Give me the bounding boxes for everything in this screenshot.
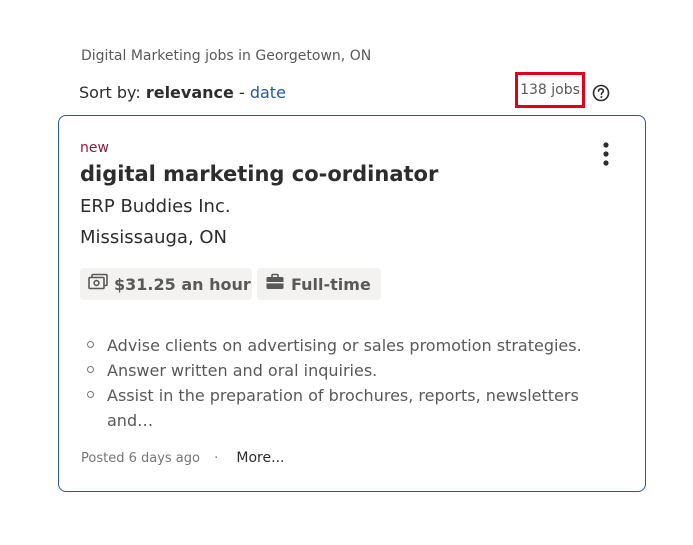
list-item: Advise clients on advertising or sales p… <box>87 333 607 358</box>
more-link[interactable]: More... <box>236 450 284 466</box>
new-badge: new <box>80 140 109 156</box>
job-type-chip: Full-time <box>257 268 381 300</box>
salary-chip: $31.25 an hour <box>80 268 252 300</box>
salary-text: $31.25 an hour <box>114 274 251 294</box>
money-icon <box>88 273 114 295</box>
sort-separator: - <box>238 83 245 102</box>
company-name: ERP Buddies Inc. <box>80 196 231 217</box>
posted-info: Posted 6 days ago · More... <box>81 450 284 466</box>
question-circle-icon[interactable] <box>592 84 610 102</box>
briefcase-icon <box>265 273 291 295</box>
bullet-icon <box>87 391 94 398</box>
job-count-label: 138 jobs <box>520 82 580 98</box>
posted-date: Posted 6 days ago <box>81 451 200 466</box>
sort-controls: Sort by: relevance - date <box>79 83 286 102</box>
separator-dot: · <box>214 451 219 466</box>
sort-option-date[interactable]: date <box>250 83 286 102</box>
job-card[interactable]: new digital marketing co-ordinator ERP B… <box>58 115 646 492</box>
job-search-page: Digital Marketing jobs in Georgetown, ON… <box>0 0 693 545</box>
bullet-icon <box>87 341 94 348</box>
job-title[interactable]: digital marketing co-ordinator <box>80 162 438 186</box>
more-vertical-icon[interactable] <box>596 140 616 168</box>
job-location: Mississauga, ON <box>80 227 228 248</box>
sort-option-relevance: relevance <box>145 83 234 102</box>
search-heading: Digital Marketing jobs in Georgetown, ON <box>81 48 372 64</box>
list-item: Answer written and oral inquiries. <box>87 358 607 383</box>
bullet-icon <box>87 366 94 373</box>
sort-label: Sort by: <box>79 83 141 102</box>
list-item: Assist in the preparation of brochures, … <box>87 383 607 433</box>
job-snippet: Advise clients on advertising or sales p… <box>87 333 607 433</box>
job-count: 138 jobs <box>515 72 585 108</box>
job-type-text: Full-time <box>291 274 371 294</box>
